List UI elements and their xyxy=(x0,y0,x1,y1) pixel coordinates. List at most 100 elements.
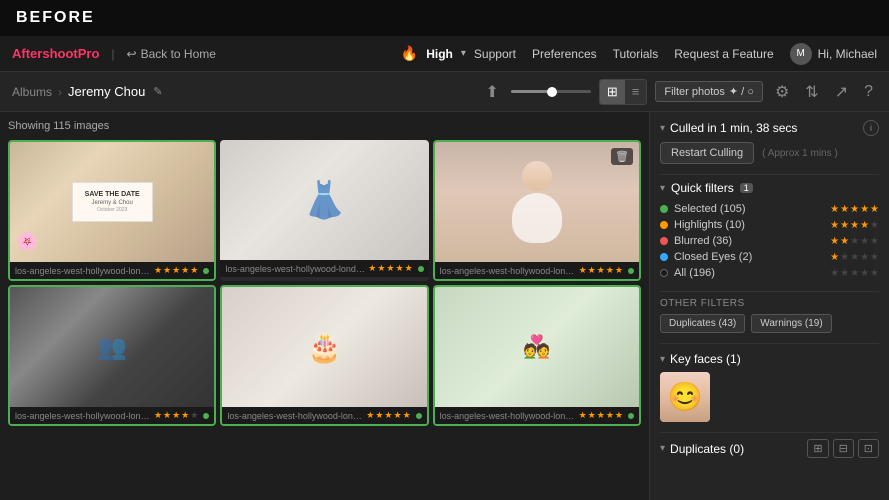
filter-label-highlights: Highlights (10) xyxy=(674,219,824,231)
duplicates-header: ▾ Duplicates (0) ⊞ ⊟ ⊡ xyxy=(660,439,879,458)
nav-request-feature-link[interactable]: Request a Feature xyxy=(674,47,773,61)
filter-dot-selected xyxy=(660,205,668,213)
filter-closed-eyes[interactable]: Closed Eyes (2) ★★★★★ xyxy=(660,249,879,265)
culling-title: ▾ Culled in 1 min, 38 secs xyxy=(660,121,797,135)
restart-culling-button[interactable]: Restart Culling xyxy=(660,142,754,164)
filter-stars-closed-eyes: ★★★★★ xyxy=(830,252,879,263)
photo-content: Showing 115 images SAVE THE DATE Jeremy … xyxy=(0,112,649,500)
photo-image-4: 👥 xyxy=(10,287,214,407)
filter-stars-blurred: ★★★★★ xyxy=(830,236,879,247)
photo-footer-3: los-angeles-west-hollywood-london-... ★★… xyxy=(435,262,639,279)
nav-tutorials-link[interactable]: Tutorials xyxy=(613,47,659,61)
status-dot-6 xyxy=(628,413,634,419)
photo-name-4: los-angeles-west-hollywood-london-... xyxy=(15,411,151,421)
filter-photos-button[interactable]: Filter photos ✦ / ○ xyxy=(655,81,763,102)
culling-header: ▾ Culled in 1 min, 38 secs i xyxy=(660,120,879,136)
key-faces-title: ▾ Key faces (1) xyxy=(660,352,741,366)
photo-card-5[interactable]: 🎂 los-angeles-west-hollywood-london-... … xyxy=(220,285,428,426)
top-bar: BEFORE xyxy=(0,0,889,36)
status-dot-3 xyxy=(628,268,634,274)
list-view-button[interactable]: ≡ xyxy=(625,80,647,104)
grid-view-button[interactable]: ⊞ xyxy=(600,80,625,104)
edit-album-icon[interactable]: ✎ xyxy=(153,85,162,98)
culling-info-icon[interactable]: i xyxy=(863,120,879,136)
nav-preferences-link[interactable]: Preferences xyxy=(532,47,597,61)
key-face-thumbnail-1[interactable]: 😊 xyxy=(660,372,710,422)
photo-card-6[interactable]: 💑 los-angeles-west-hollywood-london-... … xyxy=(433,285,641,426)
dup-grid-view-button[interactable]: ⊟ xyxy=(833,439,854,458)
filter-stars-highlights: ★★★★★ xyxy=(830,220,879,231)
share-icon-button[interactable]: ↗ xyxy=(831,80,852,104)
duplicates-section: ▾ Duplicates (0) ⊞ ⊟ ⊡ xyxy=(660,439,879,458)
username-label: Hi, Michael xyxy=(818,47,877,61)
divider-1 xyxy=(660,174,879,175)
sort-icon-button[interactable]: ⇅ xyxy=(801,80,822,104)
nav-support-link[interactable]: Support xyxy=(474,47,516,61)
culling-section: ▾ Culled in 1 min, 38 secs i Restart Cul… xyxy=(660,120,879,164)
qf-badge: 1 xyxy=(740,183,753,193)
invite-decoration: SAVE THE DATE Jeremy & Chou October 2023 xyxy=(72,182,153,222)
culling-chevron-icon: ▾ xyxy=(660,123,665,134)
main-layout: Showing 115 images SAVE THE DATE Jeremy … xyxy=(0,112,889,500)
photo-image-2: 👗 xyxy=(220,140,428,260)
photo-name-5: los-angeles-west-hollywood-london-... xyxy=(227,411,363,421)
star-rating-6: ★★★★★ xyxy=(579,410,623,421)
photo-card-4[interactable]: 👥 los-angeles-west-hollywood-london-... … xyxy=(8,285,216,426)
breadcrumb: Albums › Jeremy Chou ✎ xyxy=(12,84,163,99)
star-rating-5: ★★★★★ xyxy=(366,410,410,421)
status-dot-4 xyxy=(203,413,209,419)
qf-chevron-icon: ▾ xyxy=(660,183,665,194)
photo-image-6: 💑 xyxy=(435,287,639,407)
photo-card-2[interactable]: 👗 los-angeles-west-hollywood-london-... … xyxy=(220,140,428,281)
delete-photo-3-button[interactable]: 🗑 xyxy=(611,148,633,165)
divider-3 xyxy=(660,343,879,344)
right-sidebar: ▾ Culled in 1 min, 38 secs i Restart Cul… xyxy=(649,112,889,500)
dup-compare-button[interactable]: ⊡ xyxy=(858,439,879,458)
photo-name-1: los-angeles-west-hollywood-london-... xyxy=(15,266,151,276)
restart-row: Restart Culling ( Approx 1 mins ) xyxy=(660,142,879,164)
approx-time-label: ( Approx 1 mins ) xyxy=(762,148,838,159)
photo-footer-2: los-angeles-west-hollywood-london-... ★★… xyxy=(220,260,428,277)
quick-filters-header: ▾ Quick filters 1 xyxy=(660,181,879,195)
filter-label-blurred: Blurred (36) xyxy=(674,235,824,247)
filter-icon-button[interactable]: ⚙ xyxy=(771,80,793,104)
back-to-home-link[interactable]: ↩ Back to Home xyxy=(127,47,216,61)
zoom-slider[interactable] xyxy=(511,90,591,93)
photo-card-1[interactable]: SAVE THE DATE Jeremy & Chou October 2023… xyxy=(8,140,216,281)
status-dot-5 xyxy=(416,413,422,419)
photo-name-6: los-angeles-west-hollywood-london-... xyxy=(440,411,576,421)
albums-breadcrumb[interactable]: Albums xyxy=(12,85,52,99)
photo-card-3[interactable]: 🗑 los-angeles-west-hollywood-london-... … xyxy=(433,140,641,281)
other-filters-section: Other Filters Duplicates (43) Warnings (… xyxy=(660,298,879,333)
filter-stars-selected: ★★★★★ xyxy=(830,204,879,215)
key-faces-header: ▾ Key faces (1) xyxy=(660,352,879,366)
filter-all[interactable]: All (196) ★★★★★ xyxy=(660,265,879,281)
filter-selected[interactable]: Selected (105) ★★★★★ xyxy=(660,201,879,217)
showing-count: Showing 115 images xyxy=(8,120,641,132)
avatar: M xyxy=(790,43,812,65)
view-toggle: ⊞ ≡ xyxy=(599,79,648,105)
upload-button[interactable]: ⬆ xyxy=(481,80,502,104)
star-rating-1: ★★★★★ xyxy=(154,265,198,276)
nav-links: Support Preferences Tutorials Request a … xyxy=(474,47,774,61)
help-icon-button[interactable]: ? xyxy=(860,81,877,103)
photo-footer-5: los-angeles-west-hollywood-london-... ★★… xyxy=(222,407,426,424)
toolbar: Albums › Jeremy Chou ✎ ⬆ ⊞ ≡ Filter phot… xyxy=(0,72,889,112)
duplicates-actions: ⊞ ⊟ ⊡ xyxy=(807,439,879,458)
status-dot-1 xyxy=(203,268,209,274)
user-menu[interactable]: M Hi, Michael xyxy=(790,43,877,65)
filter-blurred[interactable]: Blurred (36) ★★★★★ xyxy=(660,233,879,249)
dup-list-view-button[interactable]: ⊞ xyxy=(807,439,828,458)
divider-2 xyxy=(660,291,879,292)
other-filters-label: Other Filters xyxy=(660,298,879,309)
duplicates-filter-tag[interactable]: Duplicates (43) xyxy=(660,314,745,333)
dup-chevron-icon: ▾ xyxy=(660,443,665,454)
quick-filters-section: ▾ Quick filters 1 Selected (105) ★★★★★ H… xyxy=(660,181,879,281)
photo-image-3 xyxy=(435,142,639,262)
star-rating-2: ★★★★★ xyxy=(368,263,412,274)
quality-label[interactable]: High xyxy=(426,47,453,61)
warnings-filter-tag[interactable]: Warnings (19) xyxy=(751,314,831,333)
filter-highlights[interactable]: Highlights (10) ★★★★★ xyxy=(660,217,879,233)
star-rating-4: ★★★★★ xyxy=(154,410,198,421)
kf-chevron-icon: ▾ xyxy=(660,354,665,365)
